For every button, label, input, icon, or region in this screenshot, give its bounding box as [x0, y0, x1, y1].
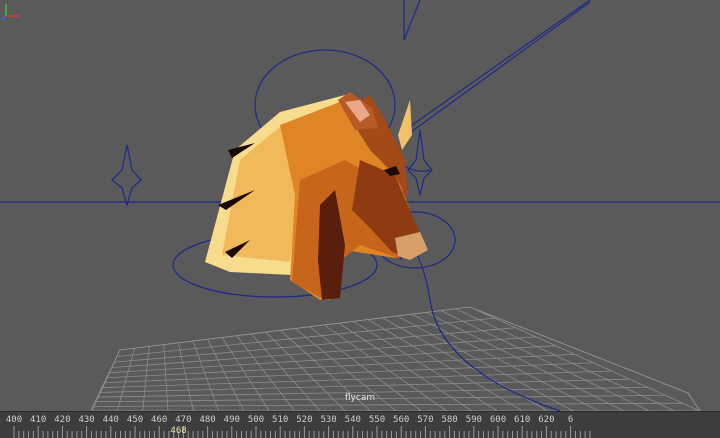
timeline-tick-label: 530: [320, 415, 337, 425]
timeline-tick-label: 460: [151, 415, 168, 425]
horse-head-model[interactable]: [205, 92, 428, 300]
timeline-tick-label: 470: [175, 415, 192, 425]
timeline-tick-label: 490: [223, 415, 240, 425]
timeline-tick-label: 550: [368, 415, 386, 425]
timeline-tick-label: 580: [441, 415, 458, 425]
timeline-tick-label: 610: [514, 415, 531, 425]
time-slider[interactable]: 400 410 420 430 440 450 460 470 480 490 500 510 520 5…: [0, 411, 720, 438]
axis-gizmo-icon: [0, 4, 20, 21]
3d-viewport[interactable]: flycam: [0, 0, 720, 411]
timeline-tick-label: 440: [102, 415, 119, 425]
timeline-tick-label: 450: [126, 415, 144, 425]
timeline-tick-label: 6: [567, 415, 574, 425]
timeline-tick-label: 420: [54, 415, 71, 425]
timeline-tick-label: 570: [417, 415, 434, 425]
camera-name-label: flycam: [344, 393, 376, 403]
current-frame-indicator[interactable]: 468: [170, 426, 186, 436]
timeline-tick-label: 500: [247, 415, 265, 425]
timeline-tick-label: 540: [344, 415, 361, 425]
rig-curves: [111, 0, 591, 411]
timeline-tick-label: 400: [5, 415, 23, 425]
timeline-tick-label: 410: [30, 415, 47, 425]
timeline-tick-label: 600: [489, 415, 507, 425]
scene-canvas: [0, 0, 720, 411]
timeline-tick-label: 430: [78, 415, 95, 425]
timeline-tick-label: 620: [538, 415, 555, 425]
timeline-tick-label: 480: [199, 415, 216, 425]
timeline-tick-label: 510: [272, 415, 289, 425]
timeline-tick-label: 560: [393, 415, 410, 425]
timeline-tick-label: 520: [296, 415, 313, 425]
timeline-tick-label: 590: [465, 415, 482, 425]
